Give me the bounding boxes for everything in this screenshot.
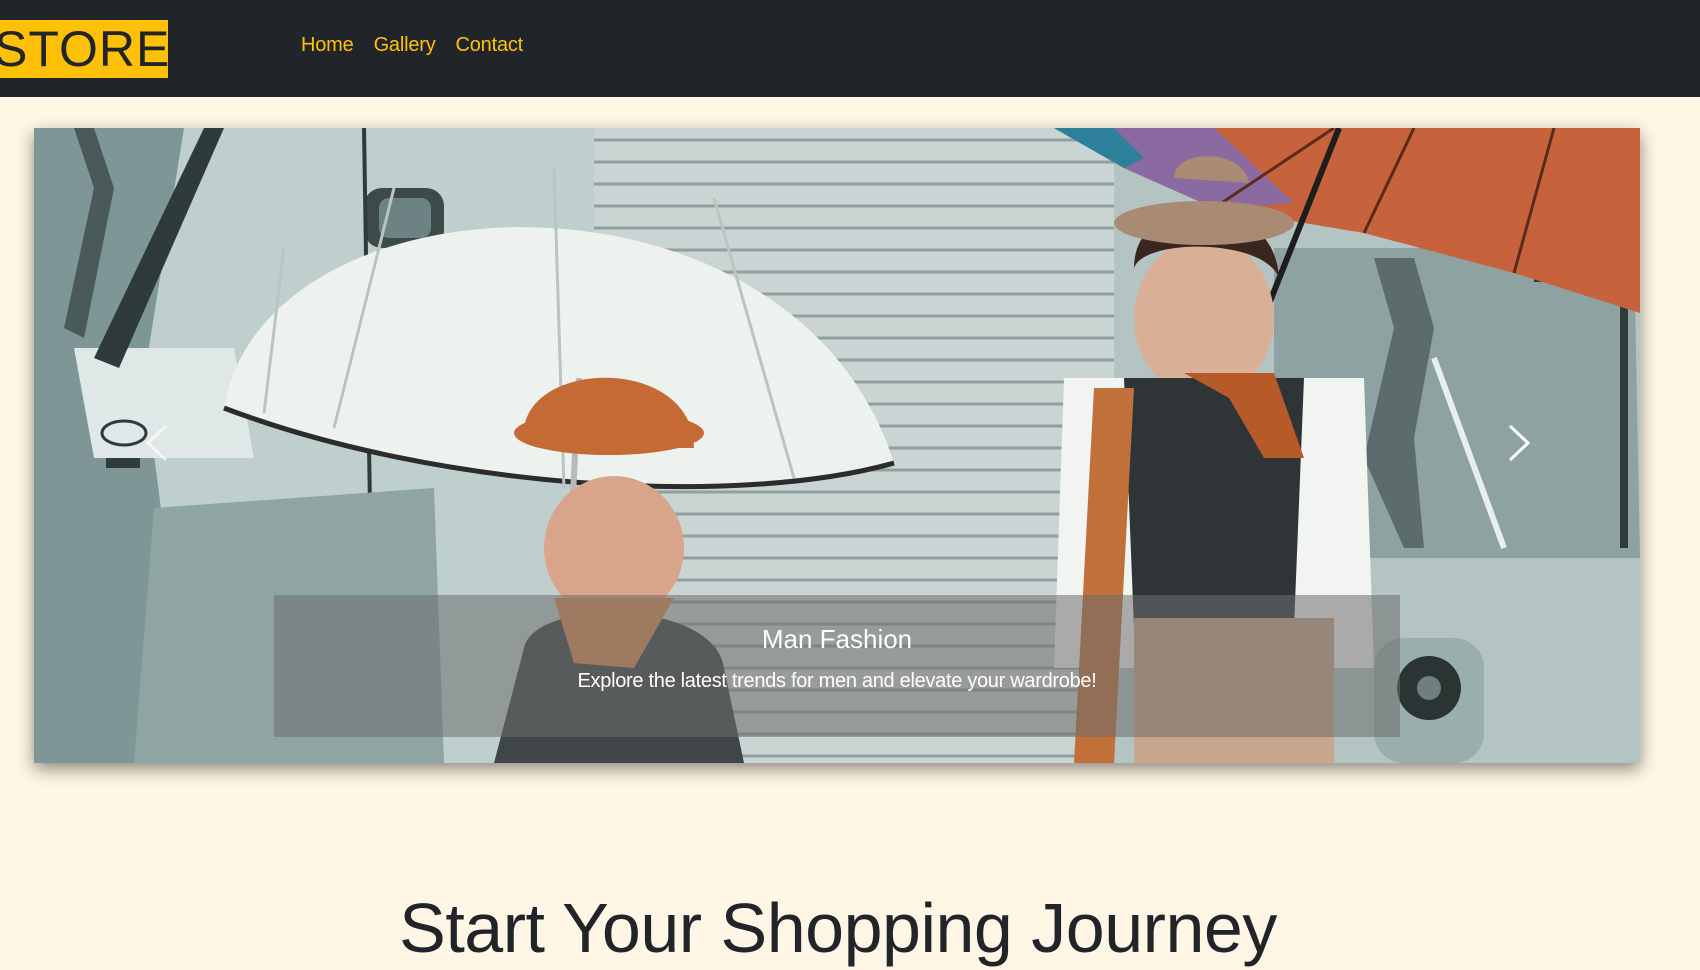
nav-link-gallery[interactable]: Gallery: [374, 34, 436, 57]
section-heading: Start Your Shopping Journey: [399, 889, 1277, 967]
chevron-right-icon: [1508, 424, 1531, 462]
hero-carousel: Man Fashion Explore the latest trends fo…: [34, 128, 1640, 763]
top-navbar: STORE Home Gallery Contact: [0, 0, 1700, 97]
nav-link-home[interactable]: Home: [301, 34, 354, 57]
carousel-prev-button[interactable]: [124, 398, 184, 488]
store-logo[interactable]: STORE: [0, 20, 168, 78]
nav-links: Home Gallery Contact: [301, 34, 523, 57]
slide-title: Man Fashion: [761, 624, 913, 654]
chevron-left-icon: [145, 424, 168, 462]
nav-link-contact[interactable]: Contact: [456, 34, 524, 57]
carousel-next-button[interactable]: [1488, 398, 1548, 488]
carousel-caption: Man Fashion Explore the latest trends fo…: [274, 595, 1400, 737]
slide-description: Explore the latest trends for men and el…: [577, 670, 1097, 692]
